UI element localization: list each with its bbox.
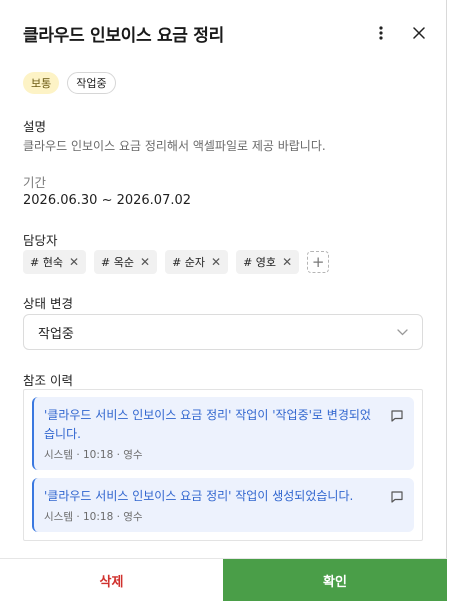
assignee-list: # 현숙 ✕ # 옥순 ✕ # 순자 ✕ # 영호 ✕ + [23,250,330,274]
status-badge: 작업중 [67,72,116,94]
assignee-name: # 순자 [172,256,206,269]
kebab-vertical-icon[interactable] [372,24,390,42]
remove-icon[interactable]: ✕ [282,255,292,269]
assignee-chip: # 순자 ✕ [165,250,229,274]
history-entry: '클라우드 서비스 인보이스 요금 정리' 작업이 생성되었습니다. 시스템 ·… [32,478,414,532]
status-change-label: 상태 변경 [23,296,73,311]
history-entry: '클라우드 서비스 인보이스 요금 정리' 작업이 '작업중'로 변경되었습니다… [32,397,414,470]
assignee-name: # 영호 [243,256,277,269]
history-label: 참조 이력 [23,373,73,388]
comment-icon[interactable] [390,408,404,422]
header-actions [372,24,428,42]
description-label: 설명 [23,119,47,134]
status-select-value: 작업중 [38,326,74,342]
description-text: 클라우드 인보이스 요금 정리해서 액셀파일로 제공 바랍니다. [23,139,326,153]
delete-button[interactable]: 삭제 [0,559,223,601]
priority-badge: 보통 [23,72,60,94]
status-select[interactable]: 작업중 [23,314,423,350]
comment-icon[interactable] [390,489,404,503]
task-detail-panel: 클라우드 인보이스 요금 정리 보통 작업중 설명 클라우드 인보이스 요금 정… [0,0,447,601]
history-list[interactable]: '클라우드 서비스 인보이스 요금 정리' 작업이 '작업중'로 변경되었습니다… [23,389,423,541]
period-value: 2026.06.30 ~ 2026.07.02 [23,193,192,208]
task-tags: 보통 작업중 [23,72,116,94]
page-title: 클라우드 인보이스 요금 정리 [23,25,224,46]
confirm-button[interactable]: 확인 [223,559,447,601]
remove-icon[interactable]: ✕ [140,255,150,269]
assignee-chip: # 현숙 ✕ [23,250,87,274]
panel-footer: 삭제 확인 [0,558,447,601]
assignee-chip: # 옥순 ✕ [94,250,158,274]
period-label: 기간 [23,175,47,190]
history-entry-meta: 시스템 · 10:18 · 영수 [44,449,143,461]
assignee-name: # 현숙 [30,256,63,269]
panel-header: 클라우드 인보이스 요금 정리 [23,20,428,46]
assignee-name: # 옥순 [101,256,134,269]
remove-icon[interactable]: ✕ [69,255,79,269]
history-entry-text: '클라우드 서비스 인보이스 요금 정리' 작업이 생성되었습니다. [44,489,354,503]
history-entry-text: '클라우드 서비스 인보이스 요금 정리' 작업이 '작업중'로 변경되었습니다… [44,408,371,441]
chevron-down-icon [397,325,408,340]
close-icon[interactable] [410,24,428,42]
remove-icon[interactable]: ✕ [211,255,221,269]
history-entry-meta: 시스템 · 10:18 · 영수 [44,511,143,523]
add-assignee-button[interactable]: + [307,251,330,273]
assignee-label: 담당자 [23,233,58,248]
assignee-chip: # 영호 ✕ [236,250,300,274]
